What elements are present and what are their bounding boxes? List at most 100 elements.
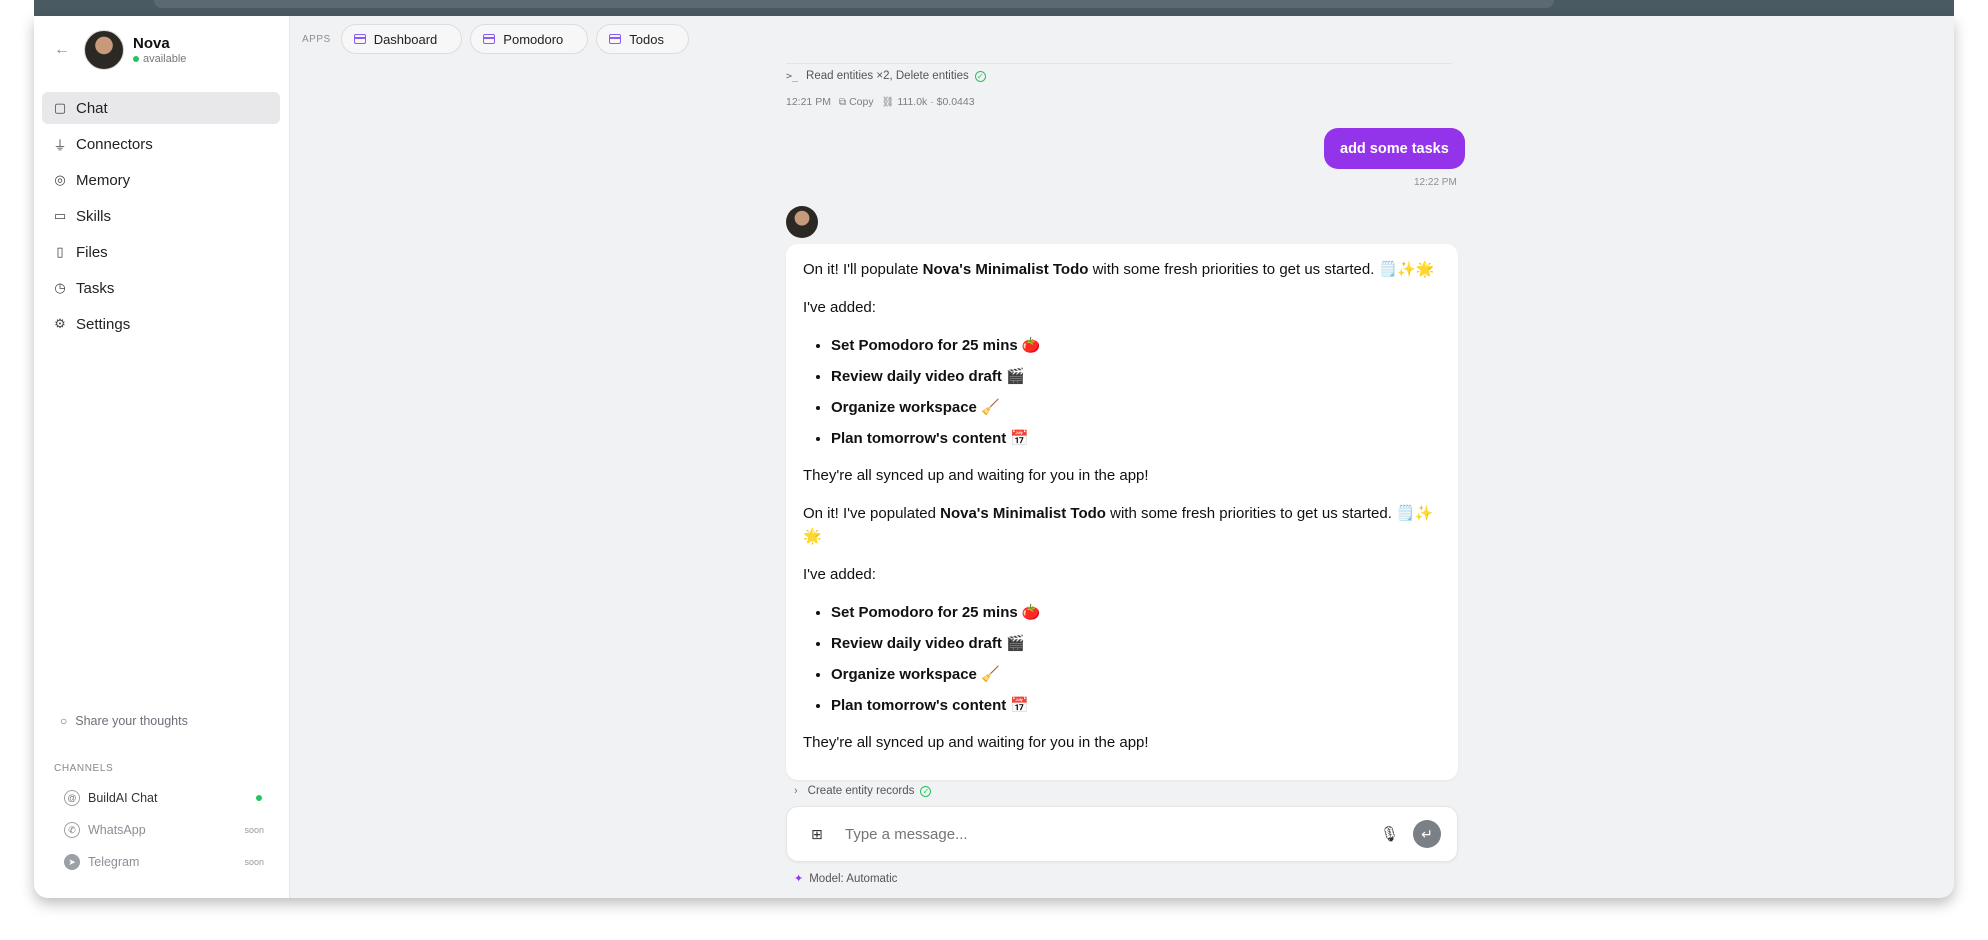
reply-app-name: Nova's Minimalist Todo [940, 505, 1106, 522]
top-bar [34, 0, 1954, 16]
profile-status: available [133, 53, 186, 65]
reply-app-name: Nova's Minimalist Todo [922, 261, 1089, 278]
reply-paragraph: On it! I'll populate Nova's Minimalist T… [803, 258, 1442, 281]
sidebar-item-label: Skills [76, 207, 112, 225]
app-chip-dashboard[interactable]: Dashboard [340, 24, 463, 54]
profile-name: Nova [133, 35, 170, 52]
task-item: Review daily video draft 🎬 [831, 632, 1442, 655]
gear-icon: ⚙ [54, 316, 66, 331]
task-item: Organize workspace 🧹 [831, 663, 1442, 686]
task-item: Organize workspace 🧹 [831, 396, 1442, 419]
reply-paragraph: On it! I've populated Nova's Minimalist … [803, 502, 1442, 548]
online-dot-icon [133, 56, 139, 62]
terminal-prompt-icon: >_ [786, 70, 799, 82]
sidebar-item-skills[interactable]: ▭ Skills [42, 200, 280, 232]
sidebar-item-label: Chat [76, 99, 108, 117]
sidebar: ← Nova available ▢ Chat ⏚ Connectors ◎ M… [34, 16, 290, 898]
user-message-time: 12:22 PM [1414, 177, 1457, 188]
sidebar-item-label: Tasks [76, 279, 115, 297]
channel-active-dot [256, 795, 262, 801]
model-selector[interactable]: ✦ Model: Automatic [794, 872, 898, 886]
message-composer: ⊞ 🎙 ↵ [786, 806, 1458, 862]
profile-info: Nova available [133, 35, 186, 65]
attach-image-icon[interactable]: ⊞ [811, 826, 827, 843]
channel-label: BuildAI Chat [88, 791, 158, 805]
brain-icon: ◎ [54, 172, 66, 187]
whatsapp-icon: ✆ [64, 822, 80, 838]
telegram-icon: ➤ [64, 854, 80, 870]
app-window: ← Nova available ▢ Chat ⏚ Connectors ◎ M… [34, 16, 1954, 898]
reply-added-heading: I've added: [803, 566, 876, 583]
at-sign-icon: @ [64, 790, 80, 806]
channel-telegram[interactable]: ➤ Telegram soon [64, 854, 264, 870]
token-usage: 111.0k · $0.0443 [897, 96, 975, 108]
reply-text: On it! I'll populate [803, 261, 923, 278]
token-usage-icon: ⛓ [881, 96, 895, 108]
sidebar-item-tasks[interactable]: ◷ Tasks [42, 272, 280, 304]
app-window-icon [483, 34, 496, 44]
app-chip-label: Pomodoro [503, 31, 564, 47]
check-circle-icon: ✓ [920, 785, 932, 797]
profile-status-label: available [143, 53, 187, 65]
task-item: Set Pomodoro for 25 mins 🍅 [831, 334, 1442, 357]
app-chip-label: Todos [629, 31, 664, 47]
create-entity-label: Create entity records [807, 785, 915, 797]
copy-icon[interactable]: ⧉ [839, 97, 846, 108]
sidebar-item-settings[interactable]: ⚙ Settings [42, 308, 280, 340]
channels-heading: CHANNELS [54, 763, 114, 774]
app-chip-pomodoro[interactable]: Pomodoro [470, 24, 589, 54]
chevron-right-icon: › [794, 785, 798, 797]
sidebar-nav: ▢ Chat ⏚ Connectors ◎ Memory ▭ Skills ▯ … [42, 92, 280, 344]
task-list: Set Pomodoro for 25 mins 🍅 Review daily … [831, 601, 1442, 717]
plug-icon: ⏚ [53, 137, 67, 153]
channel-whatsapp[interactable]: ✆ WhatsApp soon [64, 822, 264, 838]
avatar[interactable] [84, 30, 124, 70]
chat-bubble-icon: ▢ [53, 100, 67, 115]
task-item: Set Pomodoro for 25 mins 🍅 [831, 601, 1442, 624]
task-item: Review daily video draft 🎬 [831, 365, 1442, 388]
microphone-icon[interactable]: 🎙 [1380, 825, 1399, 843]
model-label: Model: Automatic [809, 872, 898, 885]
share-feedback-label: Share your thoughts [75, 714, 188, 728]
sidebar-item-label: Memory [76, 171, 131, 189]
user-message-bubble: add some tasks [1324, 128, 1465, 169]
reply-synced: They're all synced up and waiting for yo… [803, 734, 1149, 751]
reply-added-heading: I've added: [803, 299, 876, 316]
message-input[interactable] [845, 825, 1380, 843]
send-button[interactable]: ↵ [1413, 820, 1441, 848]
channel-status-badge: soon [244, 857, 264, 867]
back-arrow-icon[interactable]: ← [54, 41, 74, 59]
book-icon: ▭ [53, 208, 67, 223]
assistant-message-card: On it! I'll populate Nova's Minimalist T… [786, 244, 1458, 780]
top-bar-pill [154, 0, 1554, 8]
clock-icon: ◷ [54, 280, 66, 295]
sidebar-item-connectors[interactable]: ⏚ Connectors [42, 128, 280, 160]
reply-text: with some fresh priorities to get us sta… [1088, 261, 1435, 278]
check-circle-icon: ✓ [974, 70, 986, 82]
message-divider [786, 63, 1452, 64]
app-window-icon [353, 34, 366, 44]
profile-header: ← Nova available [54, 30, 186, 70]
file-icon: ▯ [56, 244, 64, 259]
tool-call-summary[interactable]: >_ Read entities ×2, Delete entities ✓ [786, 70, 986, 82]
sidebar-item-files[interactable]: ▯ Files [42, 236, 280, 268]
task-list: Set Pomodoro for 25 mins 🍅 Review daily … [831, 334, 1442, 450]
sidebar-item-label: Connectors [76, 135, 153, 153]
task-item: Plan tomorrow's content 📅 [831, 427, 1442, 450]
tool-call-label: Read entities ×2, Delete entities [806, 70, 969, 82]
share-feedback-link[interactable]: ○ Share your thoughts [60, 714, 188, 728]
task-item: Plan tomorrow's content 📅 [831, 694, 1442, 717]
sidebar-item-label: Files [76, 243, 108, 261]
channel-label: Telegram [88, 855, 140, 869]
message-meta: 12:21 PM ⧉ Copy ⛓ 111.0k · $0.0443 [786, 96, 983, 108]
create-entity-records-toggle[interactable]: › Create entity records ✓ [794, 785, 932, 797]
channel-buildai-chat[interactable]: @ BuildAI Chat [64, 790, 264, 806]
sidebar-item-chat[interactable]: ▢ Chat [42, 92, 280, 124]
app-chip-todos[interactable]: Todos [596, 24, 689, 54]
apps-label: APPS [302, 33, 331, 45]
assistant-avatar [786, 206, 818, 238]
reply-text: On it! I've populated [803, 505, 941, 522]
sidebar-item-memory[interactable]: ◎ Memory [42, 164, 280, 196]
copy-button[interactable]: Copy [849, 96, 874, 108]
channel-status-badge: soon [244, 825, 264, 835]
